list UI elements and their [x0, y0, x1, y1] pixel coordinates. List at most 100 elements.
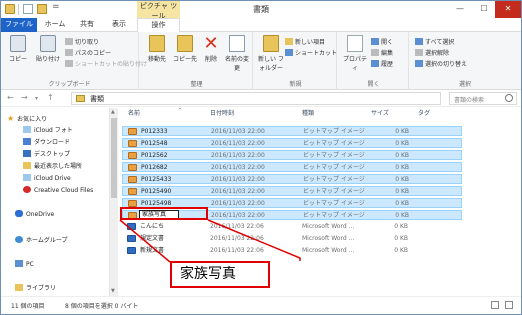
nav-item-desktop[interactable]: デスクトップ [23, 150, 70, 160]
nav-item-icloud-drive[interactable]: iCloud Drive [23, 174, 71, 184]
cut-button[interactable]: 切り取り [65, 38, 99, 47]
nav-item-homegroup[interactable]: ホームグループ [15, 236, 67, 246]
copy-to-button[interactable]: コピー先 [171, 35, 199, 63]
nav-item-creative-cloud[interactable]: Creative Cloud Files [23, 186, 93, 196]
tab-view[interactable]: 表示 [105, 18, 133, 32]
file-date: 2016/11/03 22:00 [211, 176, 265, 183]
delete-icon: ✕ [203, 33, 219, 54]
column-header-name[interactable]: 名前 [128, 108, 140, 120]
nav-item-label: デスクトップ [34, 151, 71, 158]
desktop-icon [23, 150, 31, 157]
copy-path-button[interactable]: パスのコピー [65, 49, 111, 58]
clipboard-group-label: クリップボード [48, 81, 91, 88]
file-row[interactable]: こんにち 2016/11/03 22:06 Microsoft Word ... 0 … [122, 222, 462, 232]
creative-cloud-icon [23, 186, 31, 193]
new-item-button[interactable]: 新しい項目 [285, 38, 325, 47]
tab-home[interactable]: ホーム [41, 18, 69, 32]
forward-arrow-icon[interactable]: → [21, 93, 28, 102]
file-type: ビットマップ イメージ [303, 212, 365, 219]
select-none-button[interactable]: 選択解除 [415, 49, 449, 58]
scroll-down-icon[interactable]: ▼ [111, 288, 115, 294]
paste-shortcut-button[interactable]: ショートカットの貼り付け [65, 60, 147, 69]
word-doc-icon [127, 235, 136, 242]
recent-icon [23, 162, 31, 169]
column-header-tags[interactable]: タグ [418, 108, 430, 120]
file-name: P0125490 [141, 188, 172, 195]
select-all-icon [415, 38, 423, 45]
file-name: P0125433 [141, 176, 172, 183]
file-row[interactable]: P012333 2016/11/03 22:00 ビットマップ イメージ 0 KB [122, 126, 462, 136]
search-input[interactable]: 書類の検索 [449, 92, 517, 105]
move-to-button[interactable]: 移動先 [143, 35, 171, 63]
tab-share[interactable]: 共有 [73, 18, 101, 32]
column-header-size[interactable]: サイズ [371, 108, 389, 120]
tab-manage[interactable]: 操作 [137, 18, 180, 33]
nav-item-label: ホームグループ [26, 237, 68, 244]
file-row[interactable]: P012562 2016/11/03 22:00 ビットマップ イメージ 0 KB [122, 150, 462, 160]
file-row[interactable]: P012682 2016/11/03 22:00 ビットマップ イメージ 0 KB [122, 162, 462, 172]
nav-item-label: iCloud フォト [34, 127, 73, 134]
navigation-pane: ★ お気に入り iCloud フォト ダウンロード デスクトップ 最近表示した場所… [1, 108, 109, 296]
file-date: 2016/11/03 22:00 [211, 200, 265, 207]
history-icon [371, 60, 379, 67]
nav-item-pc[interactable]: PC [15, 260, 34, 270]
up-arrow-icon[interactable]: ↑ [47, 93, 54, 102]
paste-button[interactable]: 貼り付け [33, 35, 63, 63]
file-type: ビットマップ イメージ [303, 188, 365, 195]
item-count: 11 個の項目 [11, 303, 45, 310]
nav-item-downloads[interactable]: ダウンロード [23, 138, 70, 148]
close-button[interactable]: ✕ [495, 1, 521, 18]
file-row[interactable]: P0125433 2016/11/03 22:00 ビットマップ イメージ 0 KB [122, 174, 462, 184]
nav-item-recent-places[interactable]: 最近表示した場所 [23, 162, 82, 172]
edit-icon [371, 49, 379, 56]
nav-scrollbar[interactable]: ▲ ▼ [109, 108, 118, 296]
file-date: 2016/11/03 22:00 [211, 188, 265, 195]
bitmap-icon [128, 176, 137, 183]
column-header-date[interactable]: 日付時刻 [210, 108, 234, 120]
large-icons-view-icon[interactable] [505, 301, 513, 309]
bitmap-icon [128, 128, 137, 135]
open-icon [371, 38, 379, 45]
file-name: P012682 [141, 164, 168, 171]
history-button[interactable]: 履歴 [371, 60, 393, 69]
nav-item-favorites[interactable]: ★ お気に入り [7, 114, 47, 124]
maximize-button[interactable]: ☐ [472, 1, 496, 18]
file-row[interactable]: 規定文書 2016/11/03 22:06 Microsoft Word ... 0 … [122, 234, 462, 244]
scrollbar-thumb[interactable] [111, 118, 117, 198]
open-button[interactable]: 開く [371, 38, 393, 47]
nav-item-label: Creative Cloud Files [34, 187, 94, 194]
clipboard-group: コピー 貼り付け 切り取り パスのコピー ショートカットの貼り付け クリップボー… [1, 32, 147, 90]
rename-highlight-box [120, 207, 208, 220]
file-row[interactable]: P012548 2016/11/03 22:00 ビットマップ イメージ 0 KB [122, 138, 462, 148]
minimize-button[interactable]: — [448, 1, 472, 18]
copy-button[interactable]: コピー [5, 35, 31, 63]
tab-file[interactable]: ファイル [1, 18, 37, 32]
select-all-label: すべて選択 [425, 39, 455, 46]
invert-selection-button[interactable]: 選択の切り替え [415, 60, 467, 69]
easy-access-button[interactable]: ショートカット [285, 49, 337, 58]
new-folder-icon [263, 35, 279, 52]
scroll-up-icon[interactable]: ▲ [111, 109, 115, 115]
nav-item-icloud-photos[interactable]: iCloud フォト [23, 126, 73, 136]
details-view-icon[interactable] [491, 301, 499, 309]
back-arrow-icon[interactable]: ← [7, 93, 14, 102]
new-group: 新しい フォルダー 新しい項目 ショートカット 新規 [255, 32, 337, 90]
properties-button[interactable]: プロパティ [341, 35, 369, 72]
select-all-button[interactable]: すべて選択 [415, 38, 454, 47]
file-row[interactable]: P0125490 2016/11/03 22:00 ビットマップ イメージ 0 KB [122, 186, 462, 196]
file-type: ビットマップ イメージ [303, 164, 365, 171]
nav-item-libraries[interactable]: ライブラリ [15, 284, 56, 294]
recent-dropdown-icon[interactable]: ▾ [35, 95, 38, 102]
address-field[interactable]: 書類 [71, 92, 441, 105]
file-date: 2016/11/03 22:00 [211, 140, 265, 147]
edit-button[interactable]: 編集 [371, 49, 393, 58]
column-header-type[interactable]: 種類 [302, 108, 314, 120]
new-folder-button[interactable]: 新しい フォルダー [257, 35, 285, 72]
bitmap-icon [128, 152, 137, 159]
file-name: P012333 [141, 128, 168, 135]
rename-button[interactable]: 名前の変更 [223, 35, 251, 72]
file-size: 0 KB [394, 223, 408, 230]
file-row[interactable]: 新規文書 2016/11/03 22:06 Microsoft Word ... 0 … [122, 246, 462, 256]
nav-item-onedrive[interactable]: OneDrive [15, 210, 54, 220]
delete-button[interactable]: ✕ 削除 [199, 33, 223, 64]
